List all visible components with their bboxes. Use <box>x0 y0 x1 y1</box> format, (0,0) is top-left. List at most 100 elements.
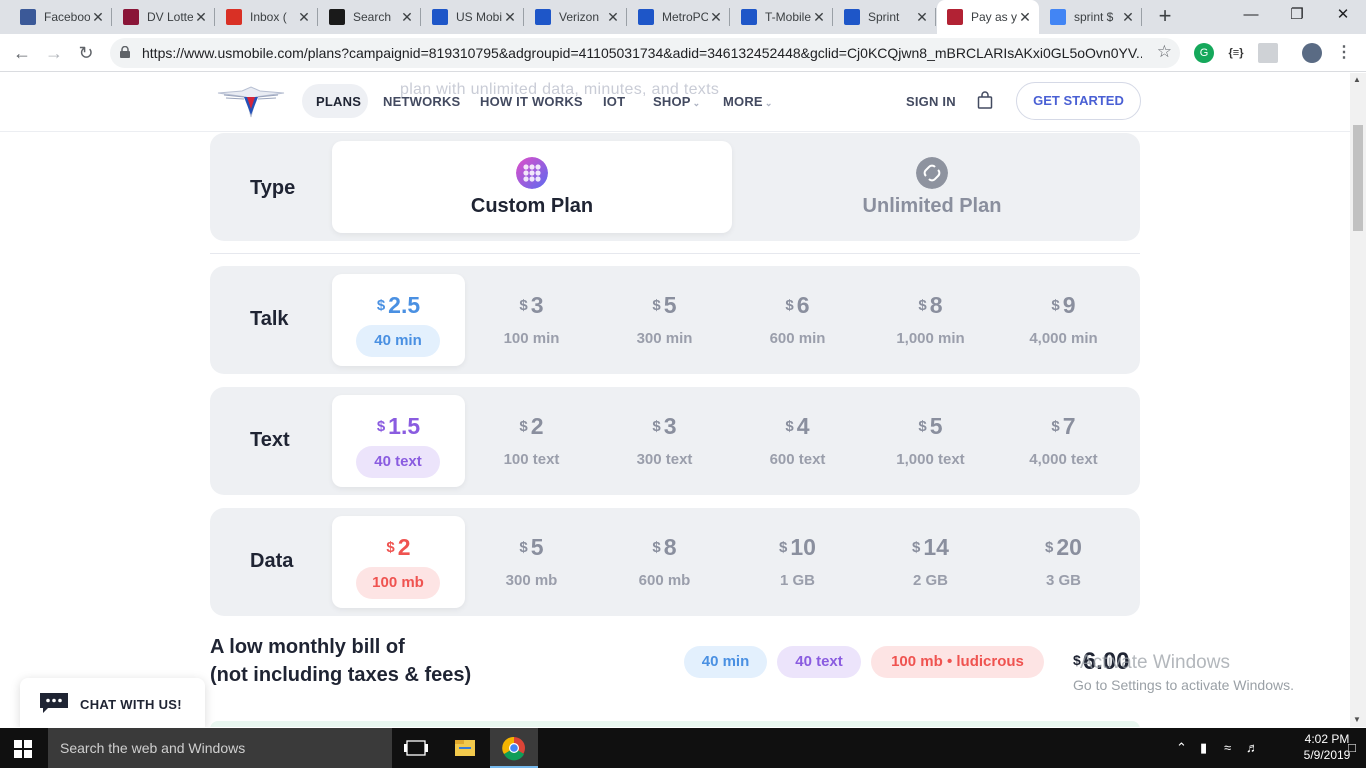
page-scrollbar[interactable]: ▲ ▼ <box>1350 73 1366 727</box>
chat-bubble-icon <box>40 693 68 713</box>
sign-in-link[interactable]: SIGN IN <box>906 94 956 109</box>
plan-type-panel: Type Custom Plan Unlimited Plan <box>210 133 1140 241</box>
close-tab-icon[interactable]: ✕ <box>399 9 415 26</box>
site-header: plan with unlimited data, minutes, and t… <box>0 73 1350 132</box>
nav-plans[interactable]: PLANS <box>316 94 361 109</box>
data-option[interactable]: $14 2 GB <box>864 516 997 608</box>
grammarly-icon[interactable]: G <box>1194 43 1214 63</box>
browser-tab[interactable]: DV Lottery✕ <box>113 0 215 34</box>
nav-how-it-works[interactable]: HOW IT WORKS <box>480 94 583 109</box>
text-option[interactable]: $3 300 text <box>598 395 731 487</box>
profile-avatar[interactable] <box>1302 43 1322 63</box>
nav-iot[interactable]: IOT <box>603 94 625 109</box>
address-bar[interactable]: https://www.usmobile.com/plans?campaigni… <box>110 38 1180 68</box>
new-tab-button[interactable]: + <box>1152 4 1178 30</box>
show-hidden-icons-icon[interactable]: ⌃ <box>1176 740 1187 756</box>
close-tab-icon[interactable]: ✕ <box>914 9 930 26</box>
close-tab-icon[interactable]: ✕ <box>193 9 209 26</box>
data-option[interactable]: $2 100 mb <box>332 516 465 608</box>
text-option[interactable]: $4 600 text <box>731 395 864 487</box>
close-tab-icon[interactable]: ✕ <box>1017 9 1033 26</box>
chat-label: CHAT WITH US! <box>80 697 182 712</box>
action-center-icon[interactable]: □ <box>1348 740 1356 755</box>
close-tab-icon[interactable]: ✕ <box>296 9 312 26</box>
reload-icon[interactable]: ↻ <box>72 40 100 66</box>
browser-tab[interactable]: Pay as you✕ <box>937 0 1039 34</box>
data-option[interactable]: $10 1 GB <box>731 516 864 608</box>
talk-option[interactable]: $8 1,000 min <box>864 274 997 366</box>
data-option-price: $8 <box>598 534 731 561</box>
scroll-down-arrow-icon[interactable]: ▼ <box>1353 715 1361 724</box>
close-tab-icon[interactable]: ✕ <box>605 9 621 26</box>
talk-option[interactable]: $9 4,000 min <box>997 274 1130 366</box>
taskbar-search-box[interactable]: Search the web and Windows <box>48 728 392 768</box>
talk-option[interactable]: $5 300 min <box>598 274 731 366</box>
text-option[interactable]: $5 1,000 text <box>864 395 997 487</box>
browser-tab[interactable]: sprint $ ✕ <box>1040 0 1142 34</box>
volume-icon[interactable]: ♬ <box>1246 740 1259 755</box>
gmail-icon <box>226 9 242 25</box>
battery-icon[interactable]: ▮ <box>1200 740 1207 756</box>
nav-shop[interactable]: SHOP ⌄ <box>653 94 700 109</box>
text-option[interactable]: $7 4,000 text <box>997 395 1130 487</box>
extension-icon[interactable] <box>1258 43 1278 63</box>
talk-option[interactable]: $2.5 40 min <box>332 274 465 366</box>
get-started-button[interactable]: GET STARTED <box>1016 82 1141 120</box>
talk-option[interactable]: $3 100 min <box>465 274 598 366</box>
data-option-amount: 300 mb <box>505 572 558 589</box>
nav-more[interactable]: MORE ⌄ <box>723 94 773 109</box>
taskbar-search-placeholder: Search the web and Windows <box>60 740 246 756</box>
data-option[interactable]: $5 300 mb <box>465 516 598 608</box>
close-tab-icon[interactable]: ✕ <box>90 9 106 26</box>
shopping-bag-icon[interactable] <box>977 91 993 109</box>
text-option-amount: 300 text <box>636 451 693 468</box>
scrollbar-thumb[interactable] <box>1353 125 1363 231</box>
browser-tab[interactable]: Sprint ✕ <box>834 0 936 34</box>
close-tab-icon[interactable]: ✕ <box>502 9 518 26</box>
browser-tab[interactable]: Inbox (✕ <box>216 0 318 34</box>
network-icon[interactable]: ≈ <box>1224 740 1231 755</box>
back-icon[interactable]: ← <box>8 40 36 66</box>
browser-menu-icon[interactable]: ⋮ <box>1334 43 1354 63</box>
browser-tab[interactable]: Search ✕ <box>319 0 421 34</box>
usmobile-icon <box>432 9 448 25</box>
close-tab-icon[interactable]: ✕ <box>1120 9 1136 26</box>
url-text: https://www.usmobile.com/plans?campaigni… <box>142 45 1142 61</box>
data-option[interactable]: $20 3 GB <box>997 516 1130 608</box>
scroll-up-arrow-icon[interactable]: ▲ <box>1353 75 1361 84</box>
currency-symbol: $ <box>652 297 661 314</box>
custom-plan-option[interactable]: Custom Plan <box>332 141 732 233</box>
page-viewport: plan with unlimited data, minutes, and t… <box>0 73 1350 727</box>
text-option-price: $2 <box>465 413 598 440</box>
taskbar-clock[interactable]: 4:02 PM 5/9/2019 <box>1300 731 1354 763</box>
file-explorer-icon[interactable] <box>441 728 489 768</box>
talk-option[interactable]: $6 600 min <box>731 274 864 366</box>
close-window-button[interactable]: ✕ <box>1320 0 1366 32</box>
clock-time: 4:02 PM <box>1304 732 1350 746</box>
minimize-button[interactable]: — <box>1228 0 1274 32</box>
us-mobile-logo[interactable] <box>216 85 286 119</box>
restore-button[interactable]: ❐ <box>1274 0 1320 32</box>
browser-tab[interactable]: MetroPCS✕ <box>628 0 730 34</box>
unlimited-plan-option[interactable]: Unlimited Plan <box>732 141 1132 233</box>
text-option[interactable]: $2 100 text <box>465 395 598 487</box>
windows-start-icon[interactable] <box>14 740 32 758</box>
data-option-amount: 2 GB <box>912 572 948 589</box>
currency-symbol: $ <box>1051 418 1060 435</box>
text-option[interactable]: $1.5 40 text <box>332 395 465 487</box>
forward-icon[interactable]: → <box>40 40 68 66</box>
close-tab-icon[interactable]: ✕ <box>811 9 827 26</box>
close-tab-icon[interactable]: ✕ <box>708 9 724 26</box>
data-option[interactable]: $8 600 mb <box>598 516 731 608</box>
browser-tab[interactable]: Facebook✕ <box>10 0 112 34</box>
browser-tab[interactable]: US Mobile✕ <box>422 0 524 34</box>
bookmark-star-icon[interactable]: ☆ <box>1157 42 1172 62</box>
task-view-icon[interactable] <box>392 728 440 768</box>
browser-tab[interactable]: Verizon ✕ <box>525 0 627 34</box>
chrome-taskbar-icon[interactable] <box>490 728 538 768</box>
chat-widget-button[interactable]: CHAT WITH US! <box>20 678 205 727</box>
nav-networks[interactable]: NETWORKS <box>383 94 460 109</box>
currency-symbol: $ <box>779 539 788 556</box>
json-viewer-icon[interactable]: {≡} <box>1226 43 1246 63</box>
browser-tab[interactable]: T-Mobile ✕ <box>731 0 833 34</box>
